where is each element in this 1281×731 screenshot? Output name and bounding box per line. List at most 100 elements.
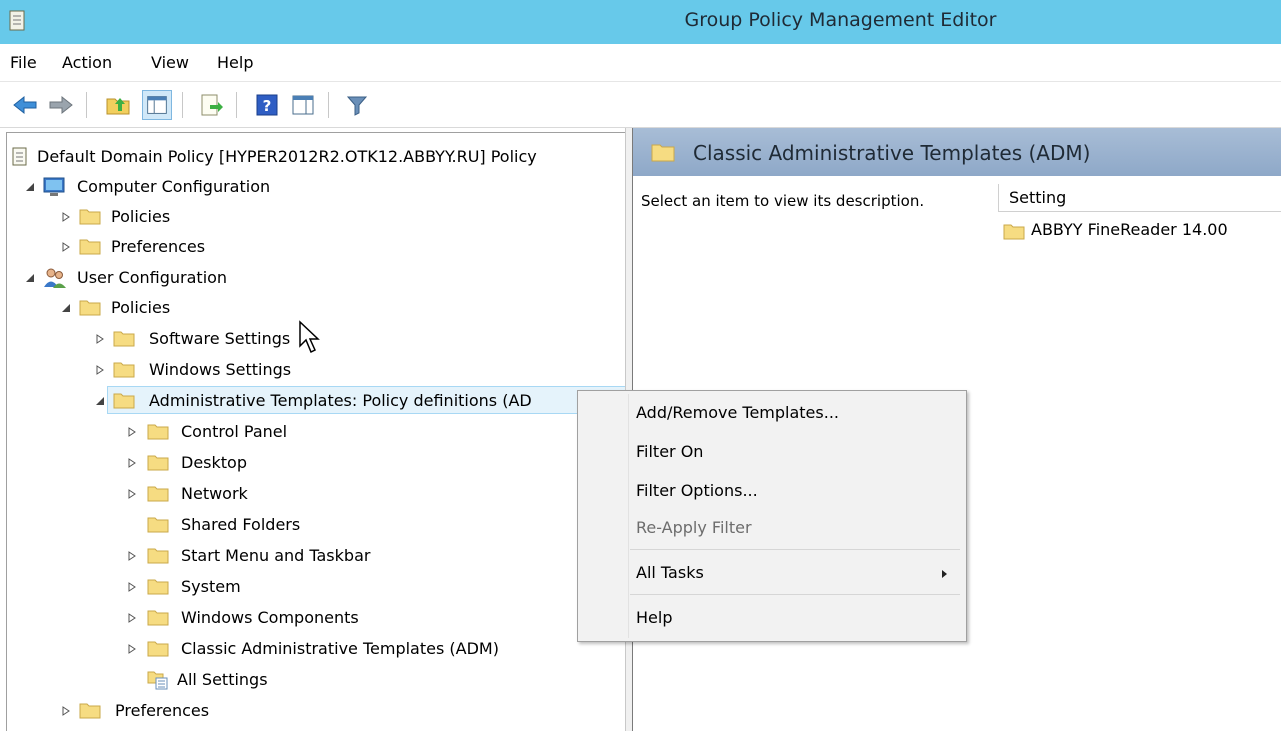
computer-icon (43, 177, 65, 196)
filter-icon[interactable] (342, 90, 372, 120)
tree-item-root[interactable]: Default Domain Policy [HYPER2012R2.OTK12… (11, 143, 623, 171)
expand-arrow-icon[interactable] (127, 551, 137, 561)
toolbar: ? (0, 82, 1281, 128)
description-text: Select an item to view its description. (641, 192, 925, 210)
all-settings-icon (147, 671, 168, 690)
policy-tree[interactable]: Default Domain Policy [HYPER2012R2.OTK12… (6, 132, 625, 731)
folder-icon (147, 548, 169, 564)
tree-item-label: Policies (111, 298, 171, 317)
folder-icon (79, 703, 101, 719)
tree-item-windows-components[interactable]: Windows Components (11, 604, 411, 632)
menu-item-help[interactable]: Help (636, 608, 672, 627)
collapse-arrow-icon[interactable] (25, 273, 35, 283)
toolbar-separator (328, 92, 329, 118)
folder-icon (79, 300, 101, 316)
tree-item-label: User Configuration (77, 268, 228, 287)
tree-item-label: Policies (111, 207, 171, 226)
menu-separator (630, 594, 960, 595)
folder-icon (147, 455, 169, 471)
expand-arrow-icon[interactable] (127, 582, 137, 592)
expand-arrow-icon[interactable] (61, 706, 71, 716)
menu-item-reapply-filter: Re-Apply Filter (636, 518, 752, 537)
folder-icon (113, 393, 135, 409)
folder-icon (147, 517, 169, 533)
tree-item-label: Classic Administrative Templates (ADM) (181, 639, 499, 658)
tree-item-label: Preferences (115, 701, 210, 720)
list-item[interactable]: ABBYY FineReader 14.00 (1003, 220, 1228, 240)
collapse-arrow-icon[interactable] (61, 303, 71, 313)
title-bar: Group Policy Management Editor (0, 0, 1281, 44)
tree-item-label: Windows Components (181, 608, 359, 627)
menu-file[interactable]: File (10, 53, 37, 72)
tree-item-label: Windows Settings (149, 360, 292, 379)
column-header-label: Setting (1009, 188, 1067, 207)
context-menu: Add/Remove Templates... Filter On Filter… (577, 390, 967, 642)
menu-bar: File Action View Help (0, 44, 1281, 82)
menu-action[interactable]: Action (62, 53, 112, 72)
show-hide-tree-icon[interactable] (142, 90, 172, 120)
expand-arrow-icon[interactable] (95, 334, 105, 344)
tree-item-label: All Settings (177, 670, 268, 689)
tree-item-desktop[interactable]: Desktop (11, 449, 361, 477)
expand-arrow-icon[interactable] (127, 644, 137, 654)
tree-item-all-settings[interactable]: All Settings (11, 666, 361, 694)
menu-separator (630, 549, 960, 550)
tree-item-classic-adm[interactable]: Classic Administrative Templates (ADM) (11, 635, 571, 663)
users-icon (44, 268, 66, 288)
tree-item-windows-settings[interactable]: Windows Settings (11, 356, 361, 384)
export-list-icon[interactable] (196, 90, 226, 120)
expand-arrow-icon[interactable] (127, 427, 137, 437)
column-header-setting[interactable]: Setting (998, 184, 1281, 212)
toolbar-separator (86, 92, 87, 118)
details-title: Classic Administrative Templates (ADM) (693, 141, 1091, 165)
collapse-arrow-icon[interactable] (25, 182, 35, 192)
policy-document-icon (12, 147, 27, 166)
expand-arrow-icon[interactable] (61, 212, 71, 222)
tree-item-user-configuration[interactable]: User Configuration (11, 264, 411, 292)
folder-icon (651, 144, 675, 162)
details-header: Classic Administrative Templates (ADM) (633, 128, 1281, 176)
tree-item-cc-policies[interactable]: Policies (11, 203, 311, 231)
tree-item-start-menu-taskbar[interactable]: Start Menu and Taskbar (11, 542, 411, 570)
tree-item-cc-preferences[interactable]: Preferences (11, 233, 311, 261)
tree-item-control-panel[interactable]: Control Panel (11, 418, 361, 446)
expand-arrow-icon[interactable] (61, 242, 71, 252)
action-pane-icon[interactable] (288, 90, 318, 120)
window-title: Group Policy Management Editor (684, 9, 997, 31)
svg-text:?: ? (263, 97, 272, 115)
menu-item-filter-on[interactable]: Filter On (636, 442, 703, 461)
forward-icon[interactable] (46, 90, 76, 120)
tree-item-label: Network (181, 484, 248, 503)
back-icon[interactable] (10, 90, 40, 120)
menu-help[interactable]: Help (217, 53, 253, 72)
toolbar-separator (182, 92, 183, 118)
folder-icon (147, 579, 169, 595)
menu-item-add-remove-templates[interactable]: Add/Remove Templates... (636, 403, 839, 422)
tree-item-label: Computer Configuration (77, 177, 271, 196)
help-icon[interactable]: ? (252, 90, 282, 120)
tree-item-system[interactable]: System (11, 573, 361, 601)
expand-arrow-icon[interactable] (127, 458, 137, 468)
tree-item-label: Shared Folders (181, 515, 301, 534)
tree-item-label: Software Settings (149, 329, 291, 348)
expand-arrow-icon[interactable] (127, 613, 137, 623)
tree-item-network[interactable]: Network (11, 480, 361, 508)
tree-item-label: Control Panel (181, 422, 288, 441)
tree-item-uc-preferences[interactable]: Preferences (11, 697, 311, 725)
up-folder-icon[interactable] (104, 90, 134, 120)
collapse-arrow-icon[interactable] (95, 396, 105, 406)
menu-item-all-tasks[interactable]: All Tasks (636, 563, 704, 582)
folder-icon (147, 610, 169, 626)
mouse-cursor-icon (299, 320, 320, 354)
expand-arrow-icon[interactable] (95, 365, 105, 375)
tree-item-computer-configuration[interactable]: Computer Configuration (11, 173, 411, 201)
menu-view[interactable]: View (151, 53, 189, 72)
tree-item-administrative-templates[interactable]: Administrative Templates: Policy definit… (11, 387, 621, 415)
tree-item-shared-folders[interactable]: Shared Folders (11, 511, 361, 539)
tree-item-uc-policies[interactable]: Policies (11, 294, 311, 322)
expand-arrow-icon[interactable] (127, 489, 137, 499)
menu-item-filter-options[interactable]: Filter Options... (636, 481, 758, 500)
folder-icon (1003, 224, 1025, 239)
folder-icon (113, 331, 135, 347)
menu-gutter (628, 394, 629, 638)
